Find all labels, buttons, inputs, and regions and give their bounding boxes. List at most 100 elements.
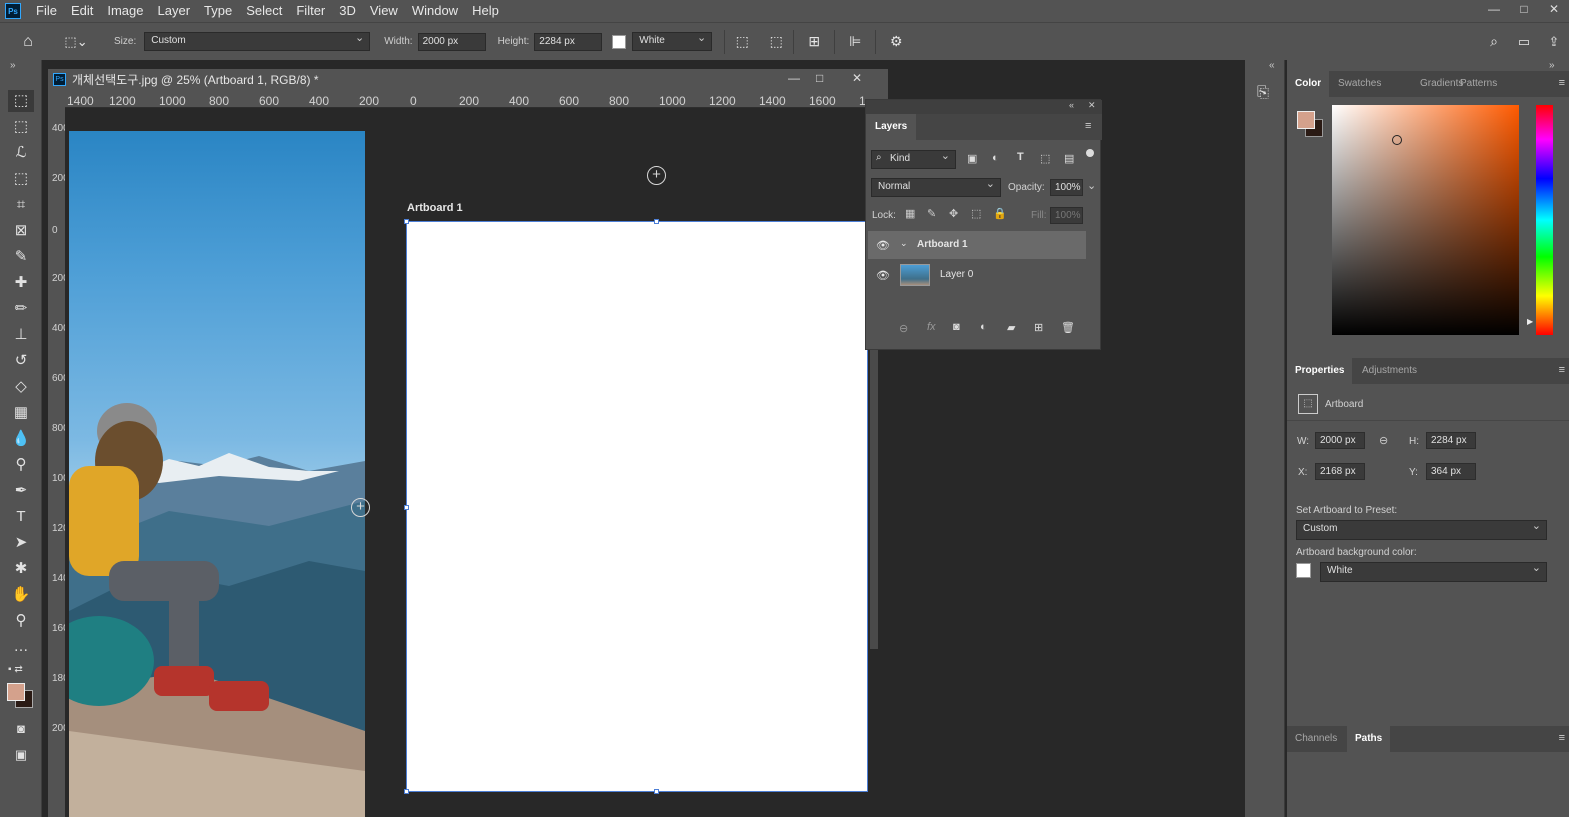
bg-color-swatch[interactable]: [612, 34, 627, 49]
color-picker-field[interactable]: [1332, 105, 1519, 335]
swap-colors-icon[interactable]: ▪ ⇄: [8, 664, 23, 675]
filter-type-icon[interactable]: T: [1017, 151, 1024, 163]
healing-brush-tool-icon[interactable]: ✚: [8, 272, 34, 294]
add-artboard-icon[interactable]: ⊞: [794, 33, 834, 50]
color-picker-cursor[interactable]: [1392, 135, 1402, 145]
vertical-ruler[interactable]: 400 200 0 200 400 600 800 1000 1200 1400…: [48, 108, 65, 817]
search-icon[interactable]: ⌕: [1479, 33, 1509, 50]
history-brush-tool-icon[interactable]: ↺: [8, 350, 34, 372]
eraser-tool-icon[interactable]: ◇: [8, 376, 34, 398]
menu-filter[interactable]: Filter: [289, 0, 332, 22]
resize-handle[interactable]: [404, 789, 409, 794]
menu-window[interactable]: Window: [405, 0, 465, 22]
document-tab[interactable]: Ps 개체선택도구.jpg @ 25% (Artboard 1, RGB/8) …: [48, 69, 888, 90]
panel-menu-icon[interactable]: ≡: [1085, 120, 1091, 132]
filter-kind-dropdown[interactable]: ⌕ Kind: [871, 149, 956, 169]
horizontal-ruler[interactable]: 1400 1200 1000 800 600 400 200 0 200 400…: [65, 90, 888, 108]
tab-adjustments[interactable]: Adjustments: [1354, 358, 1425, 384]
object-selection-tool-icon[interactable]: ⬚: [8, 168, 34, 190]
crop-tool-icon[interactable]: ⌗: [8, 194, 34, 216]
visibility-eye-icon[interactable]: 👁: [876, 269, 890, 282]
resize-handle[interactable]: [404, 505, 409, 510]
new-layer-icon[interactable]: ⊞: [1034, 321, 1043, 334]
chevron-down-icon[interactable]: ⌄: [900, 238, 908, 249]
artboard-tool-icon[interactable]: ⬚: [8, 90, 34, 112]
resize-handle[interactable]: [654, 789, 659, 794]
doc-maximize-button[interactable]: □: [816, 71, 823, 85]
bg-color-swatch[interactable]: [1296, 563, 1311, 578]
hue-slider[interactable]: [1536, 105, 1553, 335]
clone-stamp-tool-icon[interactable]: ⊥: [8, 324, 34, 346]
marquee-tool-icon[interactable]: ⬚: [8, 116, 34, 138]
path-selection-tool-icon[interactable]: ➤: [8, 532, 34, 554]
collapse-icon[interactable]: «: [1069, 100, 1074, 110]
gradient-tool-icon[interactable]: ▦: [8, 402, 34, 424]
link-dimensions-icon[interactable]: ⊖: [1379, 434, 1388, 447]
layer-row-layer0[interactable]: 👁 Layer 0: [868, 261, 1086, 289]
type-tool-icon[interactable]: T: [8, 506, 34, 528]
align-icon[interactable]: ⊫: [835, 33, 875, 50]
resize-handle[interactable]: [654, 219, 659, 224]
panel-menu-icon[interactable]: ≡: [1559, 364, 1565, 376]
menu-edit[interactable]: Edit: [64, 0, 100, 22]
expand-toolbar-icon[interactable]: »: [10, 60, 16, 71]
tab-paths[interactable]: Paths: [1347, 726, 1391, 752]
filter-shape-icon[interactable]: ⬚: [1040, 152, 1050, 165]
vertical-scrollbar[interactable]: [870, 349, 878, 649]
tab-color[interactable]: Color: [1287, 71, 1330, 97]
size-dropdown[interactable]: Custom: [144, 31, 371, 51]
menu-select[interactable]: Select: [239, 0, 289, 22]
brush-tool-icon[interactable]: ✏: [8, 298, 34, 320]
bg-color-dropdown[interactable]: White: [1320, 561, 1547, 582]
fx-icon[interactable]: fx: [927, 321, 936, 333]
maximize-button[interactable]: □: [1509, 0, 1539, 22]
filter-pixel-icon[interactable]: ▣: [967, 152, 977, 165]
screen-mode-icon[interactable]: ▣: [8, 744, 34, 766]
menu-type[interactable]: Type: [197, 0, 239, 22]
filter-smart-object-icon[interactable]: ▤: [1064, 152, 1074, 165]
height-field[interactable]: 2284 px: [534, 32, 603, 51]
add-mask-icon[interactable]: ◙: [953, 321, 960, 333]
history-panel-icon[interactable]: ⎘: [1257, 84, 1269, 101]
menu-view[interactable]: View: [363, 0, 405, 22]
foreground-color-chip[interactable]: [1297, 111, 1315, 129]
y-field[interactable]: 364 px: [1426, 463, 1476, 480]
resize-handle[interactable]: [404, 219, 409, 224]
tab-channels[interactable]: Channels: [1287, 726, 1345, 752]
tab-properties[interactable]: Properties: [1287, 358, 1353, 384]
adjustment-layer-icon[interactable]: ◐: [980, 321, 987, 333]
make-portrait-icon[interactable]: ⬚: [725, 33, 759, 50]
lock-artboard-icon[interactable]: ⬚: [971, 207, 981, 220]
lasso-tool-icon[interactable]: ℒ: [8, 142, 34, 164]
fill-field[interactable]: 100%: [1050, 207, 1083, 224]
lock-all-icon[interactable]: 🔒: [993, 207, 1007, 220]
panel-menu-icon[interactable]: ≡: [1559, 732, 1565, 744]
visibility-eye-icon[interactable]: 👁: [876, 239, 890, 252]
dodge-tool-icon[interactable]: ⚲: [8, 454, 34, 476]
zoom-tool-icon[interactable]: ⚲: [8, 610, 34, 632]
home-icon[interactable]: ⌂: [0, 33, 56, 51]
opacity-field[interactable]: 100%: [1050, 179, 1083, 196]
bg-color-dropdown[interactable]: White: [632, 31, 713, 51]
menu-image[interactable]: Image: [100, 0, 150, 22]
artboard-tool-preset-icon[interactable]: ⬚⌄: [56, 34, 96, 50]
lock-position-icon[interactable]: ✥: [949, 207, 958, 220]
doc-minimize-button[interactable]: —: [788, 71, 800, 85]
blend-mode-dropdown[interactable]: Normal: [871, 177, 1001, 197]
hand-tool-icon[interactable]: ✋: [8, 584, 34, 606]
tab-patterns[interactable]: Patterns: [1452, 71, 1505, 97]
settings-gear-icon[interactable]: ⚙: [876, 33, 916, 50]
frame-tool-icon[interactable]: ⊠: [8, 220, 34, 242]
new-group-folder-icon[interactable]: ▰: [1007, 321, 1015, 334]
panel-menu-icon[interactable]: ≡: [1559, 77, 1565, 89]
workspace-icon[interactable]: ▭: [1509, 34, 1539, 50]
add-artboard-left-icon[interactable]: +: [351, 498, 370, 517]
lock-pixels-icon[interactable]: ✎: [927, 207, 936, 220]
share-icon[interactable]: ⇪: [1539, 34, 1569, 50]
eyedropper-tool-icon[interactable]: ✎: [8, 246, 34, 268]
tab-layers[interactable]: Layers: [866, 114, 916, 140]
tab-swatches[interactable]: Swatches: [1330, 71, 1389, 97]
artboard-label[interactable]: Artboard 1: [407, 202, 463, 214]
ruler-origin[interactable]: [48, 90, 65, 108]
collapse-icon[interactable]: »: [1549, 60, 1555, 71]
